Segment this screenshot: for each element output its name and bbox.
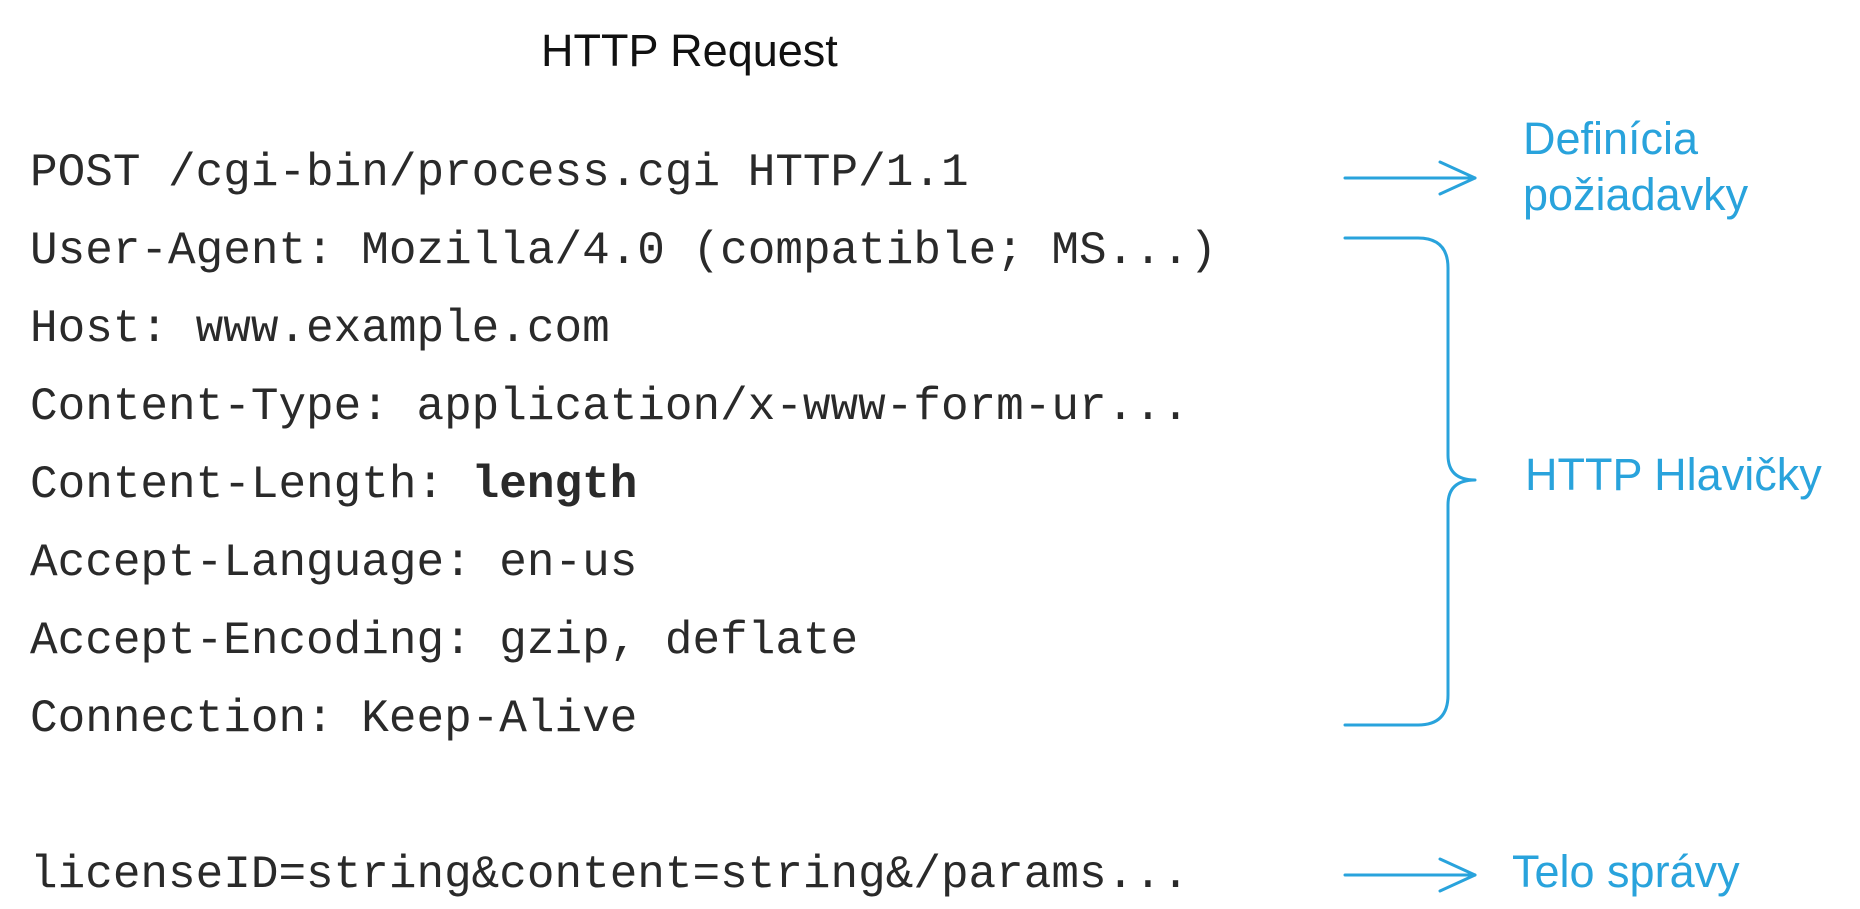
request-definition-label: Definícia požiadavky <box>1523 111 1748 224</box>
message-body-label: Telo správy <box>1512 846 1740 897</box>
request-definition-label-line2: požiadavky <box>1523 169 1749 221</box>
headers-brace-icon <box>1343 236 1477 727</box>
headers-label: HTTP Hlavičky <box>1525 449 1822 500</box>
request-definition-label-line1: Definícia <box>1523 113 1699 164</box>
